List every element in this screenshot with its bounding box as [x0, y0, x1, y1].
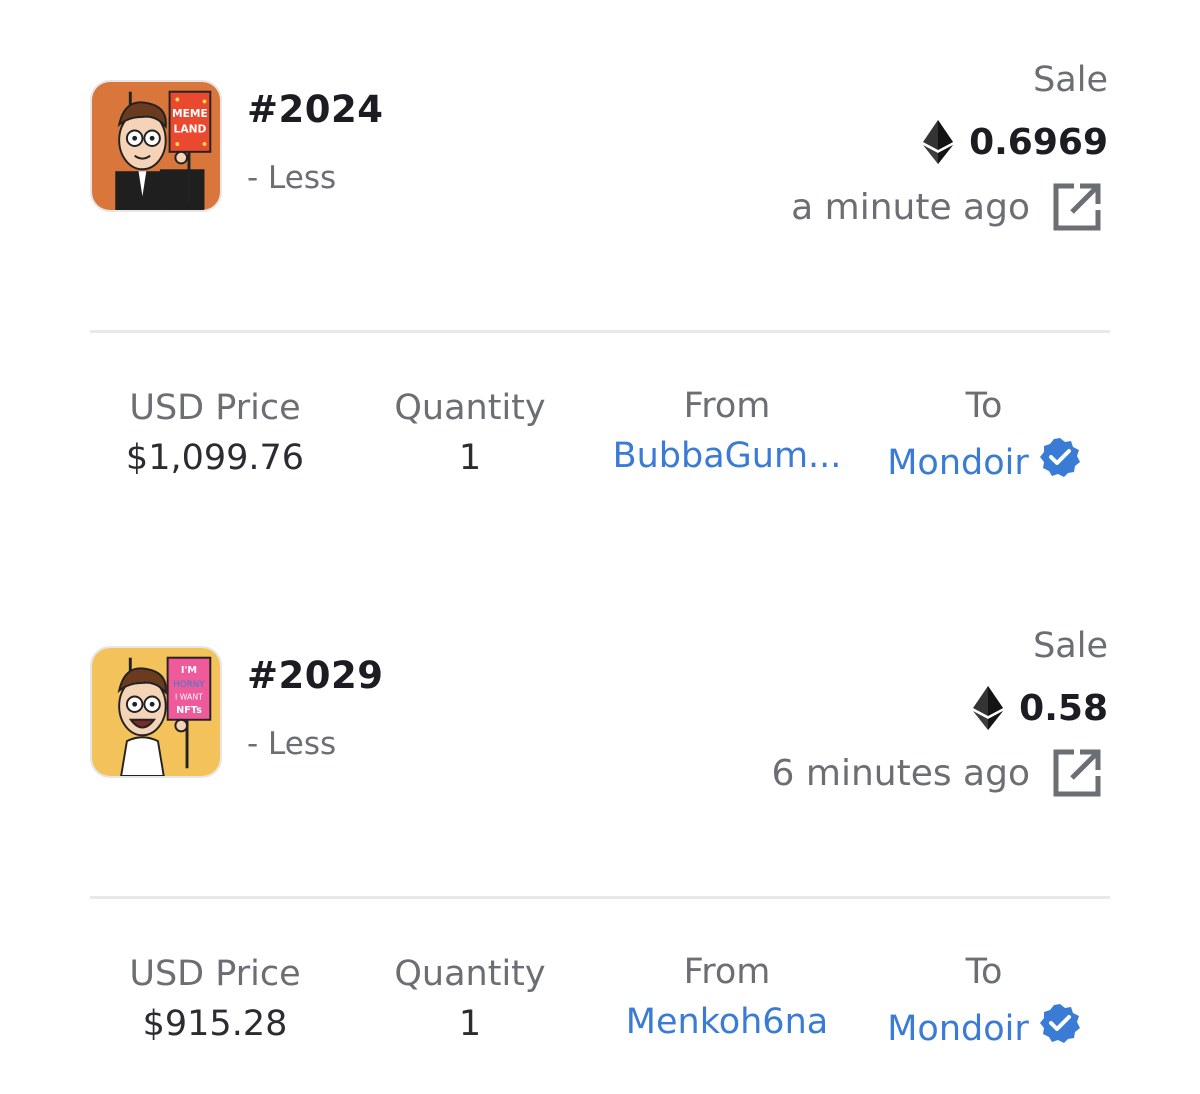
time-row: a minute ago — [791, 180, 1104, 234]
timestamp: 6 minutes ago — [771, 752, 1030, 794]
event-type: Sale — [1033, 60, 1108, 100]
usd-price-label: USD Price — [129, 954, 301, 994]
svg-text:MEME: MEME — [172, 107, 208, 120]
verified-badge-icon — [1039, 436, 1081, 478]
token-id[interactable]: #2024 — [247, 88, 383, 131]
svg-text:I'M: I'M — [181, 665, 197, 676]
quantity-column: Quantity 1 — [370, 954, 570, 1044]
less-toggle[interactable]: - Less — [247, 160, 336, 196]
usd-price-column: USD Price $1,099.76 — [110, 388, 320, 478]
usd-price-label: USD Price — [129, 388, 301, 428]
from-user-link[interactable]: BubbaGum... — [598, 436, 856, 476]
ethereum-icon — [923, 120, 954, 164]
to-user: Mondoir — [866, 1002, 1102, 1049]
eth-price-value: 0.58 — [1019, 687, 1108, 729]
ethereum-icon — [973, 686, 1004, 730]
quantity-label: Quantity — [394, 954, 546, 994]
less-toggle[interactable]: - Less — [247, 726, 336, 762]
nft-thumbnail[interactable]: MEME LAND — [90, 80, 222, 212]
usd-price-value: $1,099.76 — [125, 438, 305, 478]
divider — [90, 896, 1110, 899]
from-label: From — [683, 386, 771, 426]
external-link-icon[interactable] — [1050, 746, 1104, 800]
from-column: From Menkoh6na — [598, 952, 856, 1042]
event-type: Sale — [1033, 626, 1108, 666]
eth-price: 0.58 — [973, 686, 1108, 730]
divider — [90, 330, 1110, 333]
to-user-link[interactable]: Mondoir — [887, 443, 1029, 483]
eth-price-value: 0.6969 — [969, 121, 1108, 163]
to-column: To Mondoir — [866, 386, 1102, 483]
quantity-column: Quantity 1 — [370, 388, 570, 478]
svg-text:NFTs: NFTs — [176, 705, 202, 716]
from-label: From — [683, 952, 771, 992]
svg-text:I WANT: I WANT — [175, 692, 203, 701]
nft-character-image: MEME LAND — [92, 82, 220, 210]
token-id[interactable]: #2029 — [247, 654, 383, 697]
to-label: To — [965, 386, 1003, 426]
time-row: 6 minutes ago — [772, 746, 1104, 800]
timestamp: a minute ago — [791, 186, 1030, 228]
to-user: Mondoir — [866, 436, 1102, 483]
to-label: To — [965, 952, 1003, 992]
to-user-link[interactable]: Mondoir — [887, 1009, 1029, 1049]
usd-price-value: $915.28 — [142, 1004, 288, 1044]
quantity-value: 1 — [458, 438, 482, 478]
svg-text:HORNY: HORNY — [173, 680, 205, 690]
verified-badge-icon — [1039, 1002, 1081, 1044]
external-link-icon[interactable] — [1050, 180, 1104, 234]
to-column: To Mondoir — [866, 952, 1102, 1049]
nft-thumbnail[interactable]: I'M HORNY I WANT NFTs — [90, 646, 222, 778]
svg-text:LAND: LAND — [174, 122, 207, 135]
quantity-value: 1 — [458, 1004, 482, 1044]
nft-character-image: I'M HORNY I WANT NFTs — [92, 648, 220, 776]
from-column: From BubbaGum... — [598, 386, 856, 476]
from-user-link[interactable]: Menkoh6na — [598, 1002, 856, 1042]
usd-price-column: USD Price $915.28 — [110, 954, 320, 1044]
eth-price: 0.6969 — [923, 120, 1108, 164]
quantity-label: Quantity — [394, 388, 546, 428]
